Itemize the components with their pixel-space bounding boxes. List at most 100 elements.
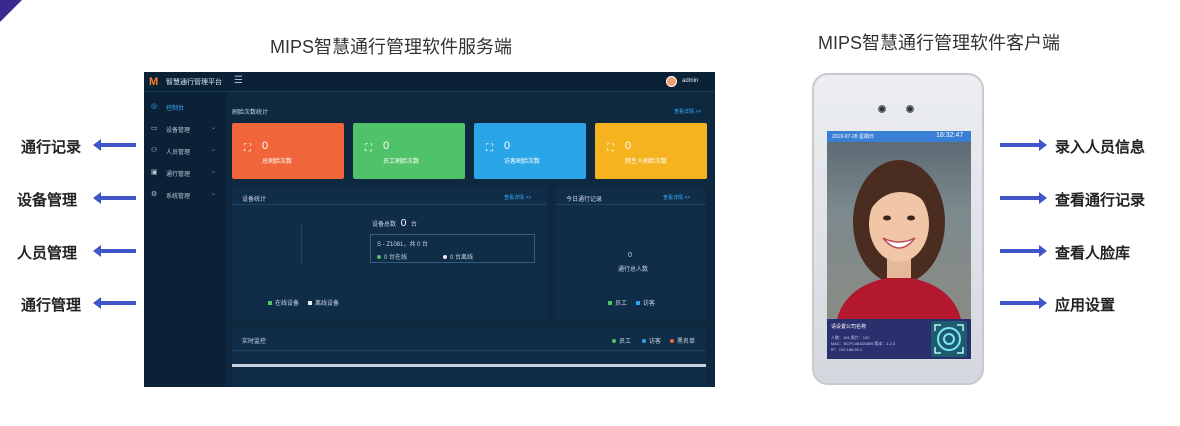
- label-view-access-records: 查看通行记录: [1055, 192, 1146, 209]
- app-title: 智慧通行管理平台: [166, 79, 222, 86]
- sidebar-item-label: 人员管理: [166, 150, 191, 156]
- chevron-down-icon: ⌄: [211, 125, 217, 131]
- sidebar-item-system[interactable]: ⚙ 系统管理 ⌄: [144, 184, 226, 204]
- panel-title: 实时监控: [242, 339, 267, 345]
- device-date: 2019-07-28 星期日: [832, 134, 874, 140]
- sidebar-item-console[interactable]: ◎ 控制台: [144, 96, 226, 116]
- company-name: 请设置公司名称: [831, 324, 867, 330]
- device-online-text: 0 台在线: [384, 255, 408, 261]
- device-time: 18:32:47: [936, 132, 964, 139]
- arrow-right-icon: [1000, 192, 1047, 204]
- arrow-left-icon: [93, 139, 136, 151]
- arrow-left-icon: [93, 192, 136, 204]
- today-records-panel: 今日通行记录 查看详情 >> 0 通行总人数 员工 访客: [556, 188, 706, 320]
- today-records-more-link[interactable]: 查看详情 >>: [663, 194, 690, 201]
- client-title: MIPS智慧通行管理软件客户端: [818, 33, 1061, 53]
- legend-online-text: 在线设备: [275, 301, 300, 307]
- label-person-management: 人员管理: [17, 245, 78, 262]
- sidebar-item-people[interactable]: ⚇ 人员管理 ⌄: [144, 140, 226, 160]
- face-scan-icon: ⛶: [486, 143, 493, 154]
- sidebar-item-label: 系统管理: [166, 194, 191, 200]
- stat-card-stranger: ⛶ 0 陌生人刷脸次数: [595, 123, 707, 179]
- stat-value: 0: [625, 140, 632, 152]
- label-access-records: 通行记录: [21, 139, 82, 156]
- stat-card-staff: ⛶ 0 员工刷脸次数: [353, 123, 465, 179]
- monitor-legend-text: 访客: [649, 339, 662, 345]
- monitor-legend-visitor: 访客: [642, 336, 661, 345]
- device-offline-text: 0 台离线: [450, 255, 474, 261]
- device-total: 设备总数 0 台: [372, 218, 417, 229]
- offline-dot-icon: [443, 255, 447, 260]
- divider: [556, 204, 706, 205]
- status-bar: 2019-07-28 星期日 18:32:47: [827, 131, 971, 142]
- legend-swatch: [608, 301, 612, 306]
- sidebar-item-label: 设备管理: [166, 128, 191, 134]
- top-bar: M 智慧通行管理平台 ☰ admin: [144, 72, 715, 92]
- logo-icon: M: [149, 76, 159, 88]
- sidebar-item-access[interactable]: ▣ 通行管理 ⌄: [144, 162, 226, 182]
- face-scan-icon: ⛶: [607, 143, 614, 154]
- stat-value: 0: [383, 140, 390, 152]
- access-icon: ▣: [151, 169, 158, 176]
- sidebar-item-label: 控制台: [166, 106, 185, 112]
- device-stats-more-link[interactable]: 查看详情 >>: [504, 194, 531, 201]
- panel-title: 设备统计: [242, 197, 267, 203]
- sidebar-item-devices[interactable]: ▭ 设备管理 ⌄: [144, 118, 226, 138]
- chart-axis: [301, 224, 302, 264]
- legend-offline-text: 离线设备: [315, 301, 340, 307]
- device-icon: ▭: [151, 125, 158, 132]
- chevron-down-icon: ⌄: [211, 191, 217, 197]
- divider: [232, 350, 706, 351]
- dashboard-icon: ◎: [151, 103, 158, 110]
- monitor-legend-text: 黑名单: [677, 339, 696, 345]
- today-records-caption: 通行总人数: [618, 267, 649, 273]
- face-stats-title: 刷脸次数统计: [232, 110, 269, 116]
- face-scan-icon: ⛶: [365, 143, 372, 154]
- legend-staff-text: 员工: [615, 301, 628, 307]
- camera-icon: [906, 105, 914, 113]
- chevron-down-icon: ⌄: [211, 169, 217, 175]
- monitor-legend-text: 员工: [619, 339, 632, 345]
- client-device: 2019-07-28 星期日 18:32:47 请设置公司名称 人数：151 照…: [812, 73, 984, 385]
- legend-online: 在线设备: [268, 298, 299, 307]
- today-records-value: 0: [628, 252, 632, 259]
- info-line: IP：192.168.50.1: [831, 347, 863, 352]
- monitor-legend-blacklist: 黑名单: [670, 336, 695, 345]
- stat-label: 陌生人刷脸次数: [625, 159, 668, 165]
- settings-icon: ⚙: [151, 191, 158, 198]
- camera-icon: [878, 105, 886, 113]
- server-dashboard: M 智慧通行管理平台 ☰ admin ◎ 控制台 ▭ 设备管理 ⌄ ⚇ 人员管理…: [144, 72, 715, 387]
- device-total-label: 设备总数: [372, 222, 397, 228]
- legend-visitor: 访客: [636, 298, 655, 307]
- user-name[interactable]: admin: [682, 78, 698, 84]
- people-icon: ⚇: [151, 147, 158, 154]
- panel-title: 今日通行记录: [566, 197, 603, 203]
- device-total-unit: 台: [410, 222, 417, 228]
- divider: [232, 204, 547, 205]
- avatar[interactable]: [666, 76, 677, 87]
- legend-staff: 员工: [608, 298, 627, 307]
- legend-swatch: [268, 301, 272, 306]
- device-screen: 2019-07-28 星期日 18:32:47 请设置公司名称 人数：151 照…: [827, 131, 971, 359]
- stat-card-visitor: ⛶ 0 访客刷脸次数: [474, 123, 586, 179]
- stat-label: 访客刷脸次数: [504, 159, 541, 165]
- sidebar-item-label: 通行管理: [166, 172, 191, 178]
- stat-label: 员工刷脸次数: [383, 159, 420, 165]
- label-access-management: 通行管理: [21, 297, 82, 314]
- monitor-legend-staff: 员工: [612, 336, 631, 345]
- stat-card-total: ⛶ 0 总刷脸次数: [232, 123, 344, 179]
- legend-dot-icon: [642, 339, 646, 344]
- menu-toggle-icon[interactable]: ☰: [234, 75, 243, 86]
- device-model-line: S - Z1081，共 0 台: [377, 242, 429, 248]
- corner-decoration: [0, 0, 22, 22]
- device-online: 0 台在线: [377, 252, 407, 261]
- device-total-value: 0: [400, 218, 407, 229]
- legend-offline: 离线设备: [308, 298, 339, 307]
- online-dot-icon: [377, 255, 381, 260]
- legend-swatch: [636, 301, 640, 306]
- stat-value: 0: [262, 140, 269, 152]
- label-enter-person-info: 录入人员信息: [1055, 139, 1146, 156]
- face-stats-more-link[interactable]: 查看详情 >>: [674, 108, 701, 115]
- face-photo: [827, 142, 971, 319]
- arrow-left-icon: [93, 297, 136, 309]
